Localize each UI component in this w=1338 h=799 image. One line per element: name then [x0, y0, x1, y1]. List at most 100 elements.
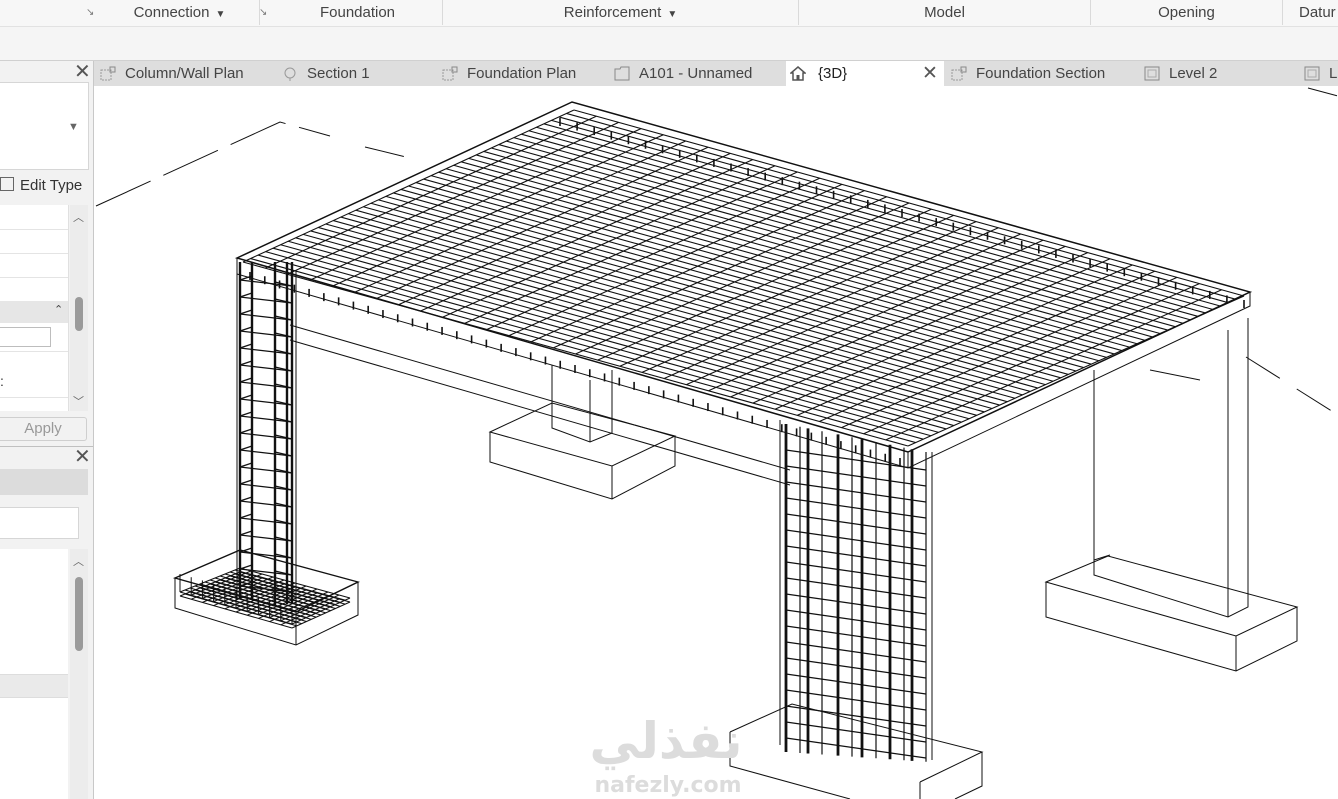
- scroll-thumb[interactable]: [75, 297, 83, 331]
- property-value-field[interactable]: [0, 327, 51, 347]
- stirrup: [239, 432, 293, 440]
- slab-rebar: [575, 202, 910, 355]
- stirrup: [239, 313, 293, 321]
- tab-column-wall-plan[interactable]: Column/Wall Plan: [100, 61, 276, 86]
- chevron-down-icon: ▼: [667, 9, 678, 20]
- stirrup: [239, 360, 253, 366]
- slab-rebar: [708, 239, 1044, 392]
- project-browser-tree: [0, 549, 68, 799]
- slab-rebar: [486, 177, 820, 330]
- stirrup: [239, 347, 293, 355]
- tab-foundation-section[interactable]: Foundation Section: [951, 61, 1141, 86]
- tab-section-1[interactable]: Section 1: [282, 61, 428, 86]
- column-rebar-cage-right: [779, 420, 933, 762]
- scroll-up-icon[interactable]: ︿: [73, 553, 84, 569]
- footing: [1045, 582, 1298, 672]
- stirrup: [239, 326, 253, 332]
- column: [1093, 318, 1249, 618]
- view-tab-bar: Column/Wall Plan Section 1 Foundation Pl…: [94, 61, 1338, 86]
- close-icon[interactable]: ✕: [74, 447, 91, 467]
- ribbon-panel-reinforcement[interactable]: Reinforcement ▼: [443, 0, 799, 25]
- scroll-up-icon[interactable]: ︿: [73, 209, 84, 225]
- column: [1093, 554, 1111, 561]
- sheet-icon: [1304, 66, 1320, 81]
- collapse-icon: ⌃: [54, 304, 64, 316]
- stirrup: [239, 449, 293, 457]
- tree-item[interactable]: [0, 674, 68, 698]
- stirrup: [239, 483, 293, 491]
- slab-rebar: [309, 128, 642, 281]
- ribbon-panel-datum[interactable]: Datur: [1283, 0, 1338, 25]
- home-3d-icon: [790, 66, 806, 81]
- edit-type-button[interactable]: Edit Type: [0, 176, 92, 198]
- properties-scrollbar[interactable]: ︿ ﹀: [70, 205, 88, 411]
- slab-rebar: [597, 208, 932, 361]
- slab-rebar: [774, 258, 1111, 410]
- 3d-viewport[interactable]: نفذلي nafezly.com: [94, 86, 1338, 799]
- close-icon[interactable]: ✕: [922, 61, 938, 86]
- plan-view-icon: [442, 66, 458, 81]
- 3d-model-canvas[interactable]: نفذلي nafezly.com: [94, 86, 1338, 799]
- slab-rebar: [863, 283, 1200, 435]
- stirrup: [239, 381, 293, 389]
- dialog-launcher-icon[interactable]: ↘: [259, 7, 267, 18]
- ribbon-body: [0, 27, 1338, 61]
- scroll-down-icon[interactable]: ﹀: [73, 393, 84, 409]
- slab-rebar: [464, 171, 798, 324]
- browser-scrollbar[interactable]: ︿: [70, 549, 88, 799]
- ribbon-panel-foundation[interactable]: Foundation: [273, 0, 443, 25]
- browser-search-input[interactable]: [0, 507, 79, 539]
- stirrup: [239, 394, 253, 400]
- stirrup: [239, 343, 253, 349]
- slab-rebar: [331, 134, 664, 288]
- stirrup: [239, 364, 293, 372]
- stirrup: [239, 330, 293, 338]
- apply-button[interactable]: Apply: [0, 417, 87, 441]
- stirrup: [239, 296, 293, 304]
- footing: [729, 732, 851, 799]
- slab-rebar: [353, 140, 686, 294]
- ribbon-panel-opening[interactable]: Opening: [1091, 0, 1283, 25]
- watermark-url: nafezly.com: [594, 773, 741, 798]
- stirrup: [239, 292, 253, 298]
- slab-rebar: [819, 270, 1155, 422]
- footing: [489, 432, 676, 500]
- slab-rebar: [752, 252, 1088, 404]
- stirrup: [239, 309, 253, 315]
- stirrup: [239, 530, 253, 536]
- sheet-icon: [1144, 66, 1160, 81]
- slab-rebar: [397, 152, 731, 306]
- column-rebar-cage-left: [236, 258, 297, 608]
- slab-rebar: [686, 233, 1021, 386]
- ribbon-panel-model[interactable]: Model: [799, 0, 1091, 25]
- plan-view-icon: [951, 66, 967, 81]
- close-icon[interactable]: ✕: [74, 62, 91, 82]
- slab-rebar: [242, 109, 575, 263]
- stirrup: [239, 462, 253, 468]
- ribbon-panel-connection[interactable]: Connection ▼: [100, 0, 260, 25]
- edit-type-icon: [0, 177, 14, 191]
- footing-rebar: [179, 567, 351, 629]
- tab-level-2[interactable]: Level 2: [1144, 61, 1284, 86]
- slab-rebar: [530, 190, 865, 343]
- type-selector[interactable]: ▼: [0, 82, 89, 170]
- stirrup: [239, 479, 253, 485]
- chevron-down-icon: ▼: [215, 9, 226, 20]
- stirrup: [239, 415, 293, 423]
- stirrup: [239, 466, 293, 474]
- slab-rebar: [553, 196, 887, 349]
- tab-a101-unnamed[interactable]: A101 - Unnamed: [614, 61, 784, 86]
- properties-group-header[interactable]: ⌃: [0, 301, 68, 323]
- grid-line: [364, 146, 411, 159]
- scroll-thumb[interactable]: [75, 577, 83, 651]
- dialog-launcher-icon[interactable]: ↘: [86, 7, 94, 18]
- tab-l[interactable]: L: [1304, 61, 1338, 86]
- chevron-down-icon: ▼: [68, 121, 79, 133]
- slab-rebar: [442, 165, 776, 318]
- tab-3d[interactable]: {3D} ✕: [786, 61, 944, 86]
- grid-line: [1245, 356, 1338, 416]
- stirrup: [239, 534, 293, 542]
- tab-foundation-plan[interactable]: Foundation Plan: [442, 61, 607, 86]
- footing: [488, 402, 677, 467]
- footing: [1044, 555, 1299, 637]
